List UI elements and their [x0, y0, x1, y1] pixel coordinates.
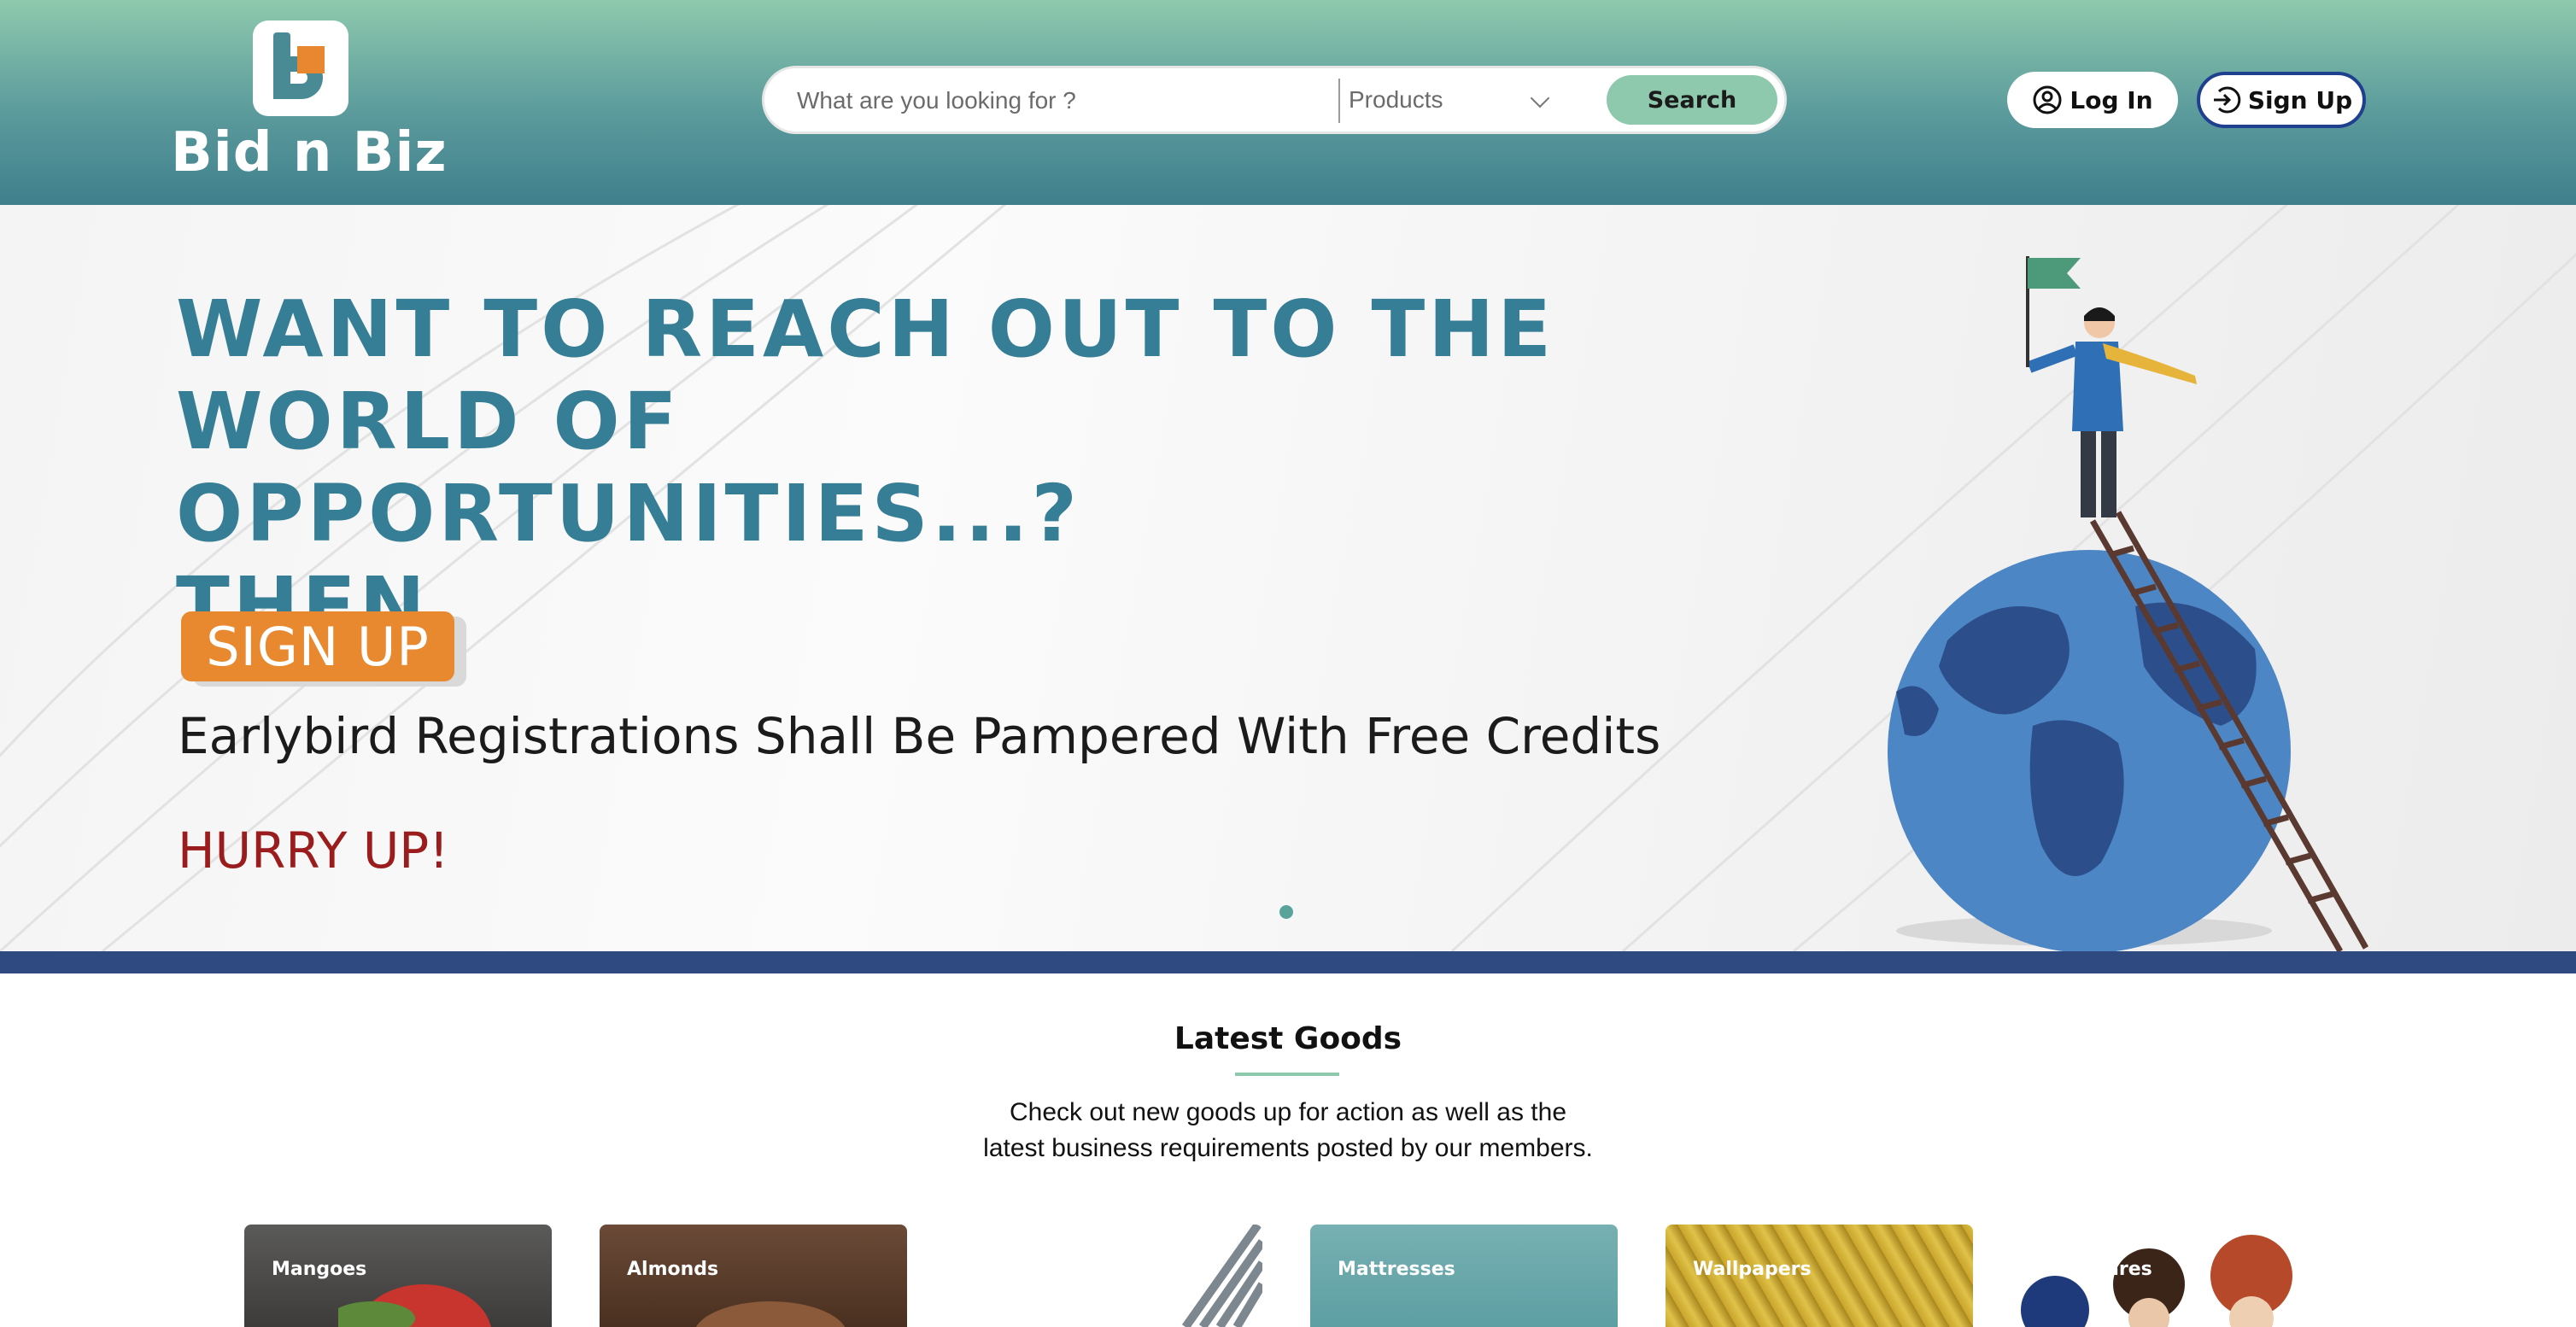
site-header: Bid n Biz Products Search Log In Sign Up — [0, 0, 2576, 205]
goods-card-mattresses[interactable]: Mattresses — [1310, 1225, 1618, 1327]
hero-banner[interactable]: WANT TO REACH OUT TO THE WORLD OF OPPORT… — [0, 205, 2576, 951]
search-input[interactable] — [795, 68, 1243, 133]
signup-button[interactable]: Sign Up — [2197, 72, 2366, 128]
card-label: Almonds — [627, 1259, 719, 1280]
description-line: Check out new goods up for action as wel… — [1009, 1098, 1567, 1126]
brand-name: Bid n Biz — [171, 121, 448, 184]
goods-card-almonds[interactable]: Almonds — [600, 1225, 907, 1327]
goods-card-wallpapers[interactable]: Wallpapers — [1666, 1225, 1973, 1327]
hero-subtitle: Earlybird Registrations Shall Be Pampere… — [178, 707, 1661, 765]
steel-bars-image — [1181, 1225, 1262, 1327]
category-value: Products — [1349, 86, 1443, 113]
signup-label: Sign Up — [2247, 85, 2353, 114]
description-line: latest business requirements posted by o… — [983, 1134, 1593, 1162]
title-underline — [1235, 1073, 1339, 1076]
card-label: ares — [2106, 1259, 2152, 1280]
hero-signup-badge[interactable]: SIGN UP — [181, 611, 454, 681]
card-label: Wallpapers — [1693, 1259, 1812, 1280]
login-label: Log In — [2070, 85, 2153, 114]
user-circle-icon — [2033, 85, 2062, 114]
goods-card-steel[interactable] — [955, 1225, 1262, 1327]
search-button[interactable]: Search — [1607, 75, 1777, 125]
hero-cta-text: HURRY UP! — [178, 821, 449, 880]
card-label: Mangoes — [272, 1259, 367, 1280]
almonds-image — [695, 1301, 846, 1327]
latest-goods-description: Check out new goods up for action as wel… — [861, 1095, 1715, 1166]
category-select[interactable]: Products — [1349, 68, 1562, 132]
globe-ladder-illustration — [1888, 256, 2369, 951]
chevron-down-icon — [1530, 88, 1550, 108]
goods-card-dolls[interactable]: ares — [2021, 1225, 2328, 1327]
latest-goods-title: Latest Goods — [1174, 1021, 1402, 1056]
hero-headline: WANT TO REACH OUT TO THE WORLD OF OPPORT… — [176, 284, 1555, 652]
logo-icon — [253, 20, 348, 116]
divider-band — [0, 951, 2576, 973]
search-bar: Products Search — [762, 66, 1787, 134]
carousel-indicator[interactable] — [1279, 905, 1293, 919]
sign-in-icon — [2213, 86, 2241, 114]
goods-card-mangoes[interactable]: Mangoes — [244, 1225, 552, 1327]
card-label: Mattresses — [1338, 1259, 1455, 1280]
login-button[interactable]: Log In — [2007, 72, 2178, 128]
dolls-image — [2021, 1235, 2292, 1327]
search-divider — [1338, 79, 1340, 123]
brand-logo[interactable]: Bid n Biz — [171, 20, 447, 184]
